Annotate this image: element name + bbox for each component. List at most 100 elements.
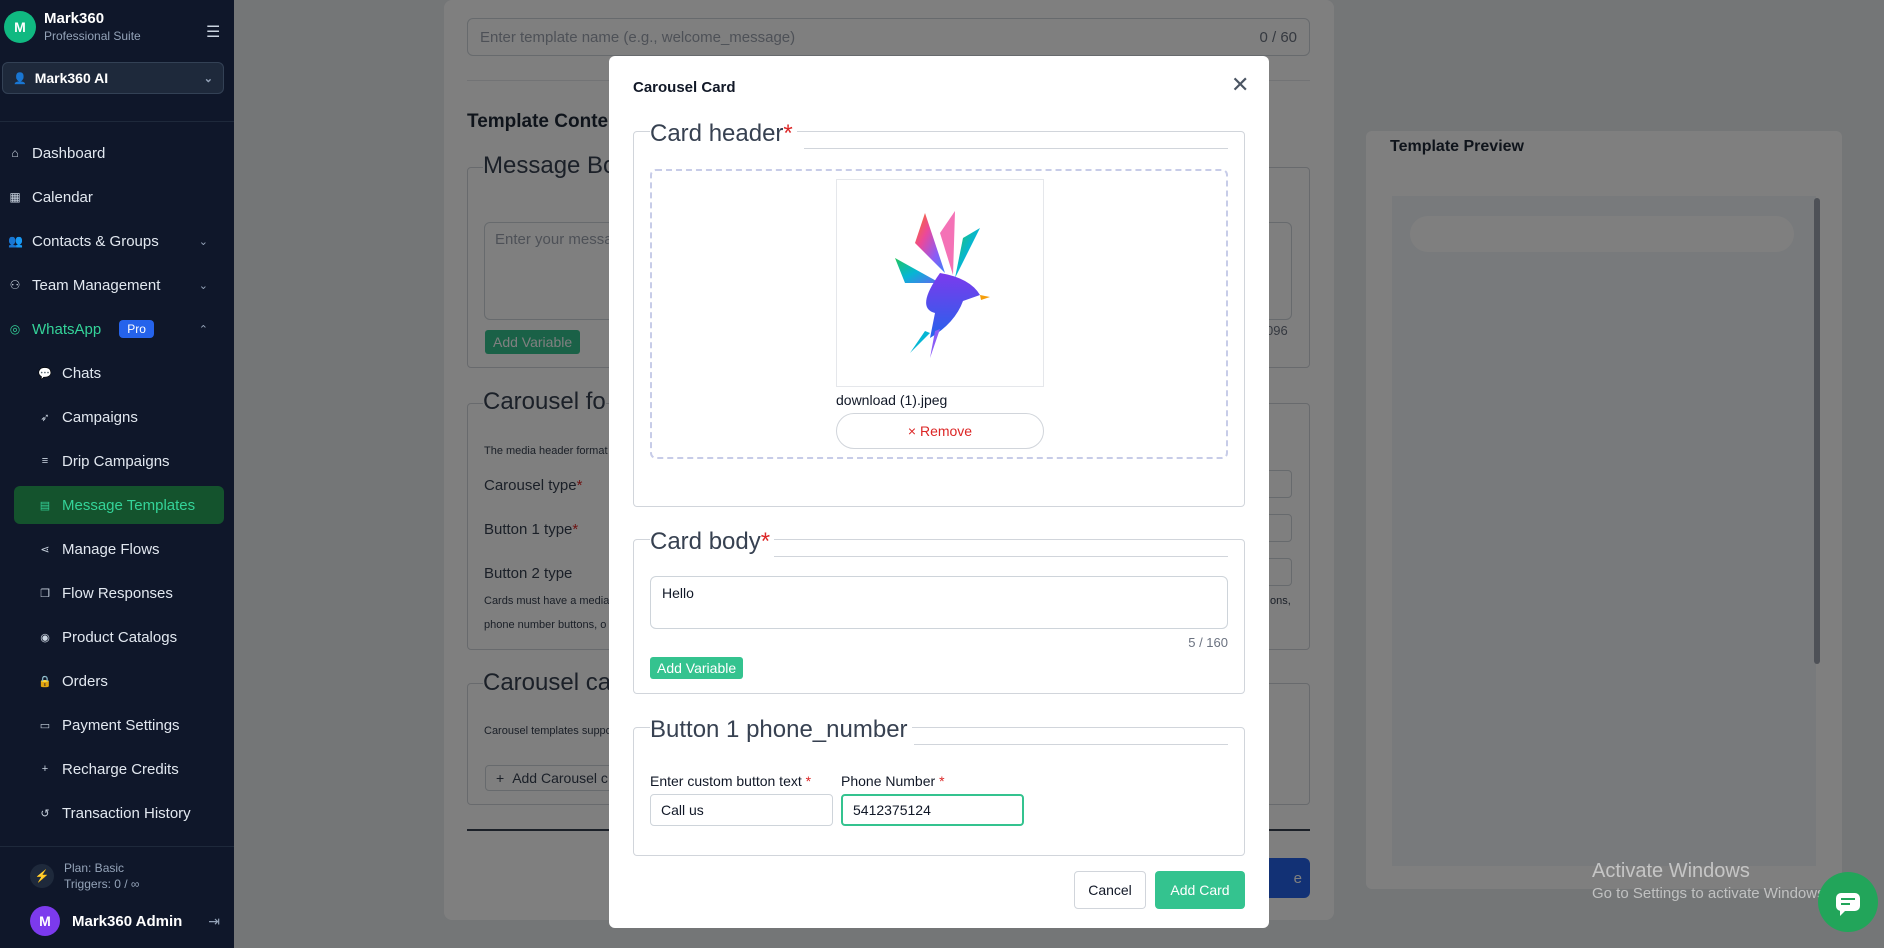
user-name: Mark360 Admin <box>72 912 183 930</box>
close-icon[interactable]: ✕ <box>1231 72 1249 98</box>
sidebar-item-label: Payment Settings <box>62 716 180 734</box>
nav-label: Team Management <box>32 276 161 294</box>
lock-icon: 🔒 <box>38 675 52 688</box>
media-dropzone[interactable]: download (1).jpeg × Remove <box>650 169 1228 459</box>
sidebar-item-payment-settings[interactable]: ▭ Payment Settings <box>14 706 224 744</box>
sidebar-item-manage-flows[interactable]: ⋖ Manage Flows <box>14 530 224 568</box>
cancel-button[interactable]: Cancel <box>1074 871 1146 909</box>
calendar-icon: ▦ <box>9 190 21 204</box>
team-icon: ⚇ <box>9 278 21 292</box>
rocket-icon: ➶ <box>40 411 50 424</box>
phone-number-input[interactable]: 5412375124 <box>841 794 1024 826</box>
chevron-down-icon: ⌄ <box>198 235 208 248</box>
nav-whatsapp[interactable]: ◎ WhatsApp Pro ⌃ <box>0 311 234 347</box>
sidebar-item-label: Recharge Credits <box>62 760 179 778</box>
sidebar-item-chats[interactable]: 💬 Chats <box>14 354 224 392</box>
nav-label: Calendar <box>32 188 93 206</box>
chevron-down-icon: ⌄ <box>198 279 208 292</box>
brand-logo: M <box>4 10 36 43</box>
users-icon: 👥 <box>8 234 23 248</box>
card-body-fieldset: Card body* Hello 5 / 160 Add Variable <box>633 528 1245 694</box>
modal-title: Carousel Card <box>633 79 736 96</box>
chevron-up-icon: ⌃ <box>198 323 208 336</box>
list-icon: ≡ <box>41 455 49 467</box>
pro-badge: Pro <box>119 320 154 338</box>
sidebar-item-message-templates[interactable]: ▤ Message Templates <box>14 486 224 524</box>
header-image-preview <box>836 179 1044 387</box>
sidebar-item-label: Drip Campaigns <box>62 452 170 470</box>
history-icon: ↺ <box>40 807 50 820</box>
chevron-down-icon: ⌄ <box>203 72 213 85</box>
sidebar-item-label: Manage Flows <box>62 540 160 558</box>
support-chat-button[interactable] <box>1818 872 1878 932</box>
card-body-legend: Card body* <box>650 528 775 556</box>
button-text-input[interactable]: Call us <box>650 794 833 826</box>
phone-number-label: Phone Number * <box>841 773 945 789</box>
eye-icon: ◉ <box>40 631 50 644</box>
sidebar-item-recharge-credits[interactable]: + Recharge Credits <box>14 750 224 788</box>
share-icon: ⋖ <box>40 543 50 556</box>
nav-calendar[interactable]: ▦ Calendar <box>0 179 234 215</box>
sidebar-divider <box>0 846 234 847</box>
sidebar: M Mark360 Professional Suite ☰ 👤 Mark360… <box>0 0 234 948</box>
sidebar-item-orders[interactable]: 🔒 Orders <box>14 662 224 700</box>
avatar: M <box>30 906 60 936</box>
legend-line <box>804 148 1228 149</box>
plan-info: ⚡ Plan: Basic Triggers: 0 / ∞ <box>30 860 139 892</box>
sidebar-divider <box>0 121 234 122</box>
sidebar-item-product-catalogs[interactable]: ◉ Product Catalogs <box>14 618 224 656</box>
card-header-fieldset: Card header* download (1).jpeg × Remove <box>633 120 1245 507</box>
legend-line <box>774 556 1228 557</box>
card-icon: ▭ <box>39 719 51 732</box>
sidebar-item-label: Product Catalogs <box>62 628 178 646</box>
plan-name: Plan: Basic <box>64 861 125 875</box>
lightning-icon: ⚡ <box>30 864 54 888</box>
nav-contacts-groups[interactable]: 👥 Contacts & Groups ⌄ <box>0 223 234 259</box>
sidebar-item-label: Campaigns <box>62 408 138 426</box>
button-phone-fieldset: Button 1 phone_number Enter custom butto… <box>633 716 1245 856</box>
brand-name: Mark360 <box>44 10 105 27</box>
card-header-legend: Card header* <box>650 120 797 148</box>
sidebar-item-label: Transaction History <box>62 804 191 822</box>
sidebar-item-label: Orders <box>62 672 108 690</box>
whatsapp-icon: ◎ <box>9 322 21 336</box>
button-phone-legend: Button 1 phone_number <box>650 716 912 744</box>
workspace-name: Mark360 AI <box>34 70 109 86</box>
sidebar-item-flow-responses[interactable]: ❐ Flow Responses <box>14 574 224 612</box>
sidebar-item-drip-campaigns[interactable]: ≡ Drip Campaigns <box>14 442 224 480</box>
logout-icon[interactable]: ⇥ <box>208 913 220 930</box>
uploaded-file-name: download (1).jpeg <box>836 392 948 408</box>
user-icon: 👤 <box>13 72 27 85</box>
sidebar-item-label: Flow Responses <box>62 584 173 602</box>
remove-image-button[interactable]: × Remove <box>836 413 1044 449</box>
sidebar-item-transaction-history[interactable]: ↺ Transaction History <box>14 794 224 832</box>
user-profile[interactable]: M Mark360 Admin ⇥ <box>30 906 220 936</box>
brand-subtitle: Professional Suite <box>44 29 141 43</box>
menu-toggle-icon[interactable]: ☰ <box>206 22 220 42</box>
card-body-count: 5 / 160 <box>1188 635 1228 650</box>
sidebar-item-campaigns[interactable]: ➶ Campaigns <box>14 398 224 436</box>
nav-dashboard[interactable]: ⌂ Dashboard <box>0 135 234 171</box>
nav-label: Dashboard <box>32 144 106 162</box>
comments-icon: ❐ <box>40 587 50 600</box>
plan-triggers: Triggers: 0 / ∞ <box>64 877 140 891</box>
chat-bubble-icon <box>1836 893 1860 916</box>
chat-icon: 💬 <box>38 367 52 380</box>
carousel-card-modal: Carousel Card ✕ Card header* download (1… <box>609 56 1269 928</box>
nav-label: Contacts & Groups <box>32 232 159 250</box>
legend-line <box>914 744 1228 745</box>
add-card-button[interactable]: Add Card <box>1155 871 1245 909</box>
brand[interactable]: M Mark360 Professional Suite <box>4 10 141 43</box>
template-icon: ▤ <box>39 499 51 512</box>
watermark-line2: Go to Settings to activate Windows. <box>1592 885 1829 902</box>
sidebar-item-label: Chats <box>62 364 102 382</box>
home-icon: ⌂ <box>11 146 19 160</box>
bird-logo-image <box>895 211 990 358</box>
watermark-line1: Activate Windows <box>1592 860 1750 882</box>
plus-icon: + <box>41 763 49 775</box>
nav-team-management[interactable]: ⚇ Team Management ⌄ <box>0 267 234 303</box>
workspace-selector[interactable]: 👤 Mark360 AI ⌄ <box>2 62 224 94</box>
add-variable-button[interactable]: Add Variable <box>650 657 744 679</box>
nav-label: WhatsApp <box>32 320 102 338</box>
card-body-textarea[interactable]: Hello <box>650 576 1228 629</box>
